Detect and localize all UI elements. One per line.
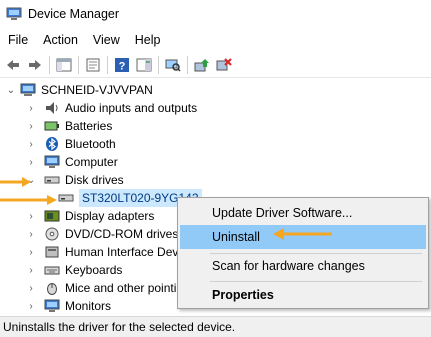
monitor-icon (44, 299, 60, 312)
toolbar-separator (78, 55, 79, 74)
expand-chevron-icon[interactable]: › (26, 139, 36, 150)
tree-item-bluetooth[interactable]: › Bluetooth (26, 135, 116, 153)
context-menu: Update Driver Software... Uninstall Scan… (177, 197, 429, 309)
tree-item-display-adapters[interactable]: › Display adapters (26, 207, 154, 225)
tree-item-mice[interactable]: › Mice and other pointi (26, 279, 176, 297)
scan-hardware-button[interactable] (163, 55, 183, 75)
toolbar-separator (49, 55, 50, 74)
update-driver-icon (194, 58, 209, 71)
action-pane-icon (136, 58, 152, 71)
help-button[interactable]: ? (112, 55, 132, 75)
properties-button[interactable] (83, 55, 103, 75)
properties-icon (86, 58, 100, 71)
uninstall-device-icon (216, 57, 232, 70)
tree-item-label: DVD/CD-ROM drives (65, 227, 179, 241)
tree-item-label: Keyboards (65, 263, 123, 277)
title-bar: Device Manager (0, 0, 431, 28)
tree-item-batteries[interactable]: › Batteries (26, 117, 112, 135)
expand-chevron-icon[interactable]: › (26, 301, 36, 312)
update-driver-button[interactable] (192, 55, 212, 75)
computer-root-icon (20, 83, 36, 96)
menu-separator (210, 281, 422, 282)
tree-item-computer[interactable]: › Computer (26, 153, 118, 171)
back-arrow-icon (7, 59, 19, 70)
toolbar-separator (187, 55, 188, 74)
tree-item-label: Monitors (65, 299, 112, 313)
tree-item-disk-drives[interactable]: ⌄ Disk drives (26, 171, 124, 189)
menu-help[interactable]: Help (127, 30, 168, 50)
menu-item-scan-hardware[interactable]: Scan for hardware changes (180, 254, 426, 278)
toolbar-separator (107, 55, 108, 74)
expand-chevron-icon[interactable]: › (26, 211, 36, 222)
action-pane-button[interactable] (134, 55, 154, 75)
show-hide-console-tree-button[interactable] (54, 55, 74, 75)
dvd-drive-icon (45, 227, 59, 241)
annotation-arrow-uninstall (273, 228, 332, 240)
speaker-icon (46, 102, 58, 114)
menu-item-update-driver[interactable]: Update Driver Software... (180, 201, 426, 225)
expand-chevron-icon[interactable]: › (26, 157, 36, 168)
tree-item-hid[interactable]: › Human Interface Dev (26, 243, 178, 261)
show-hide-console-tree-icon (56, 58, 72, 71)
device-manager-icon (6, 7, 22, 20)
tree-item-label: Bluetooth (65, 137, 116, 151)
menu-action[interactable]: Action (35, 30, 85, 50)
bluetooth-icon (46, 137, 58, 151)
tree-item-label: Disk drives (65, 173, 124, 187)
keyboard-icon (44, 266, 60, 275)
display-adapter-icon (44, 210, 60, 222)
status-text: Uninstalls the driver for the selected d… (3, 320, 236, 334)
tree-item-label: Computer (65, 155, 118, 169)
scan-hardware-icon (165, 59, 181, 72)
disk-drive-icon (44, 176, 60, 184)
expand-chevron-icon[interactable]: › (26, 247, 36, 258)
tree-root-label: SCHNEID-VJVVPAN (41, 83, 153, 97)
window-title: Device Manager (28, 7, 120, 21)
computer-icon (44, 155, 60, 168)
menu-item-properties[interactable]: Properties (180, 283, 426, 307)
menu-bar: File Action View Help (0, 30, 168, 50)
svg-text:?: ? (119, 60, 126, 72)
expand-chevron-icon[interactable]: › (26, 121, 36, 132)
forward-button[interactable] (25, 55, 45, 75)
tree-root[interactable]: ⌄ SCHNEID-VJVVPAN (6, 81, 153, 99)
annotation-arrow-st320lt020 (0, 195, 57, 205)
tree-item-label: Audio inputs and outputs (65, 101, 198, 115)
battery-icon (44, 121, 59, 131)
status-bar: Uninstalls the driver for the selected d… (0, 316, 431, 337)
forward-arrow-icon (29, 59, 41, 70)
tree-item-audio[interactable]: › Audio inputs and outputs (26, 99, 197, 117)
uninstall-device-button[interactable] (214, 55, 234, 75)
expand-chevron-icon[interactable]: › (26, 229, 36, 240)
expand-chevron-icon[interactable]: › (26, 283, 36, 294)
back-button[interactable] (3, 55, 23, 75)
tree-item-label: Display adapters (65, 209, 155, 223)
tree-item-dvd-drives[interactable]: › DVD/CD-ROM drives (26, 225, 178, 243)
disk-drive-icon (58, 194, 74, 202)
toolbar: ? (0, 52, 431, 78)
hid-icon (45, 246, 59, 258)
tree-item-keyboards[interactable]: › Keyboards (26, 261, 122, 279)
expand-chevron-icon[interactable]: › (26, 103, 36, 114)
tree-item-label: Human Interface Dev (65, 245, 179, 259)
mouse-icon (47, 283, 57, 295)
toolbar-separator (158, 55, 159, 74)
expand-chevron-icon[interactable]: › (26, 265, 36, 276)
menu-file[interactable]: File (0, 30, 35, 50)
tree-item-label: Mice and other pointi (65, 281, 177, 295)
tree-item-monitors[interactable]: › Monitors (26, 297, 111, 315)
help-icon: ? (115, 57, 129, 72)
collapse-chevron-icon[interactable]: ⌄ (6, 85, 16, 96)
annotation-arrow-disk-drives (0, 177, 31, 187)
menu-view[interactable]: View (85, 30, 127, 50)
tree-item-label: Batteries (65, 119, 113, 133)
